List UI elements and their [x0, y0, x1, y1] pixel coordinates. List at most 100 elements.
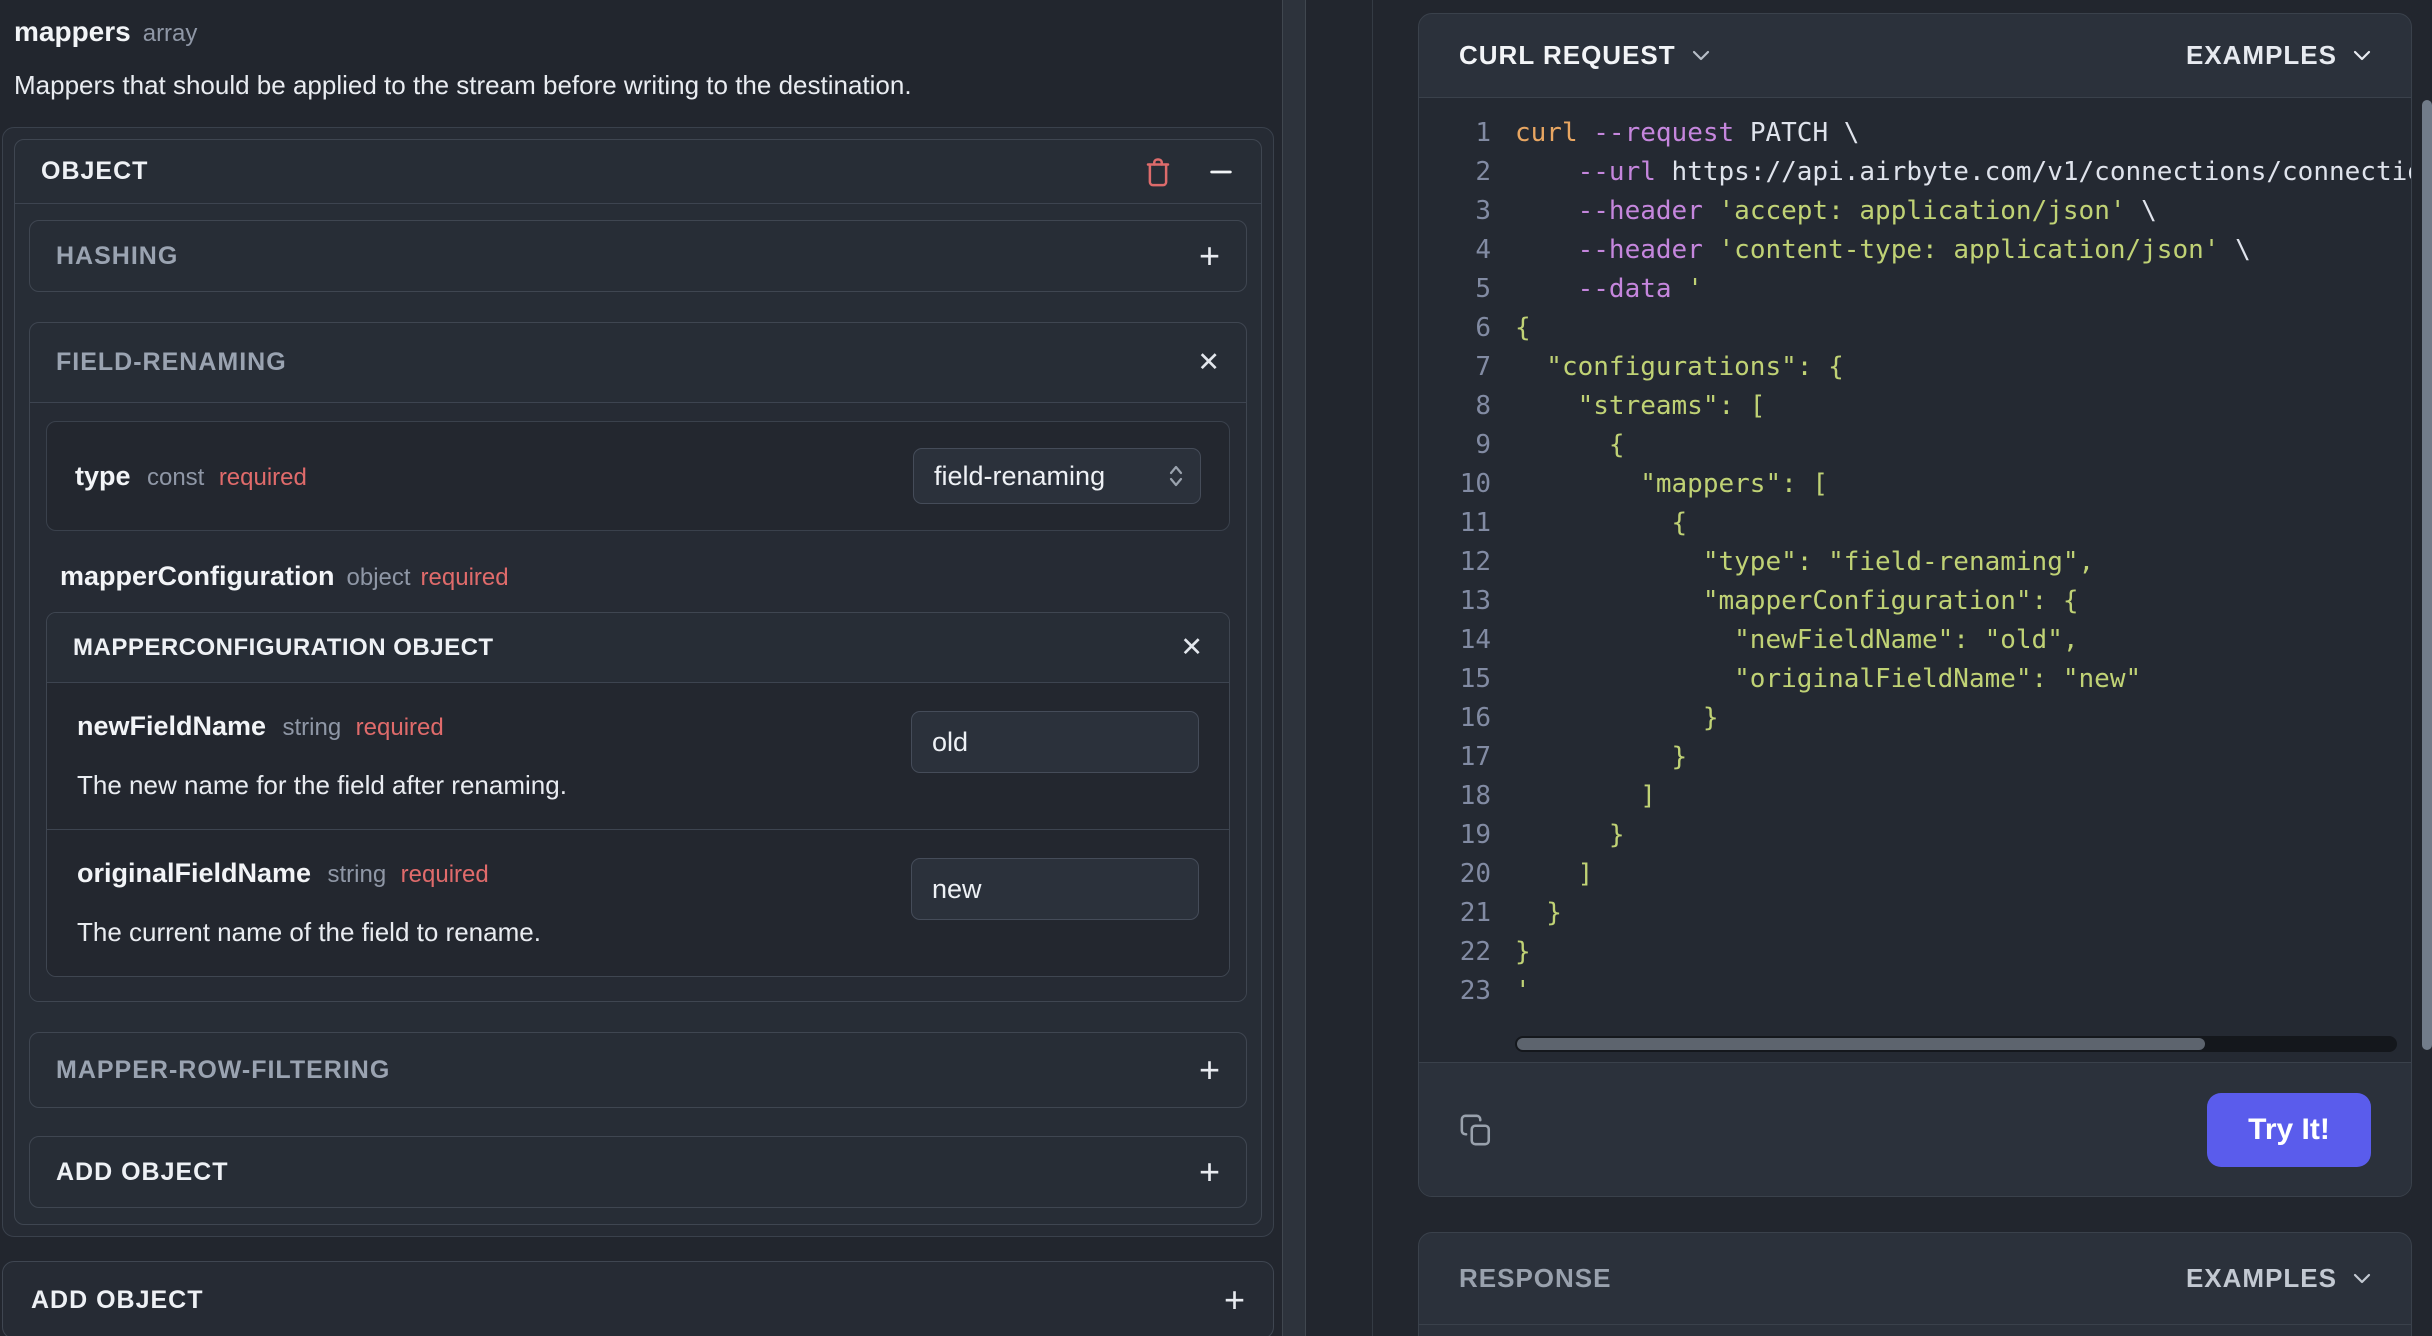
response-examples-dropdown[interactable]: EXAMPLES — [2186, 1263, 2371, 1294]
code-block: 1 curl --request PATCH \ 2 --url https://a… — [1419, 98, 2411, 1062]
code-text: "newFieldName": "old", — [1515, 625, 2079, 655]
code-line: 8 "streams": [ — [1419, 387, 2411, 426]
field-heading: mappers array — [2, 0, 1274, 48]
line-number: 7 — [1475, 352, 1491, 382]
code-line: 5 --data ' — [1419, 270, 2411, 309]
collapse-object-button[interactable] — [1207, 158, 1235, 186]
line-number: 18 — [1459, 781, 1491, 811]
mapper-row-filtering-section[interactable]: MAPPER-ROW-FILTERING + — [29, 1032, 1247, 1108]
code-text: } — [1515, 820, 1625, 850]
property-name: originalFieldName — [77, 858, 312, 888]
property-name: type — [75, 460, 131, 491]
line-number: 4 — [1475, 235, 1491, 265]
code-line: 22} — [1419, 933, 2411, 972]
code-line: 13 "mapperConfiguration": { — [1419, 582, 2411, 621]
field-renaming-title: FIELD-RENAMING — [56, 348, 287, 376]
object-card-body: HASHING + FIELD-RENAMING ✕ type const re… — [15, 204, 1261, 1224]
line-number: 15 — [1459, 664, 1491, 694]
delete-object-button[interactable] — [1143, 156, 1173, 188]
copy-icon — [1460, 1114, 1491, 1145]
add-object-label: ADD OBJECT — [31, 1285, 204, 1314]
chevron-down-icon — [2353, 1273, 2371, 1284]
original-field-name-labels: originalFieldName string required The cu… — [77, 858, 541, 948]
copy-code-button[interactable] — [1459, 1113, 1493, 1147]
code-line: 17 } — [1419, 738, 2411, 777]
code-line: 3 --header 'accept: application/json' \ — [1419, 192, 2411, 231]
curl-request-title: CURL REQUEST — [1459, 40, 1676, 70]
code-text: "mapperConfiguration": { — [1515, 586, 2079, 616]
line-number: 11 — [1459, 508, 1491, 538]
code-text: "mappers": [ — [1515, 469, 1829, 499]
code-text: ' — [1515, 976, 1531, 1006]
property-meta: object — [346, 564, 411, 591]
curl-request-dropdown[interactable]: CURL REQUEST — [1459, 40, 1710, 71]
line-number: 8 — [1475, 391, 1491, 421]
line-number: 17 — [1459, 742, 1491, 772]
line-number: 12 — [1459, 547, 1491, 577]
code-text: --url https://api.airbyte.com/v1/connect… — [1577, 157, 2411, 187]
mapper-configuration-card: MAPPERCONFIGURATION OBJECT ✕ newFieldNam… — [46, 612, 1230, 977]
try-it-button[interactable]: Try It! — [2207, 1092, 2371, 1167]
field-renaming-header: FIELD-RENAMING ✕ — [30, 323, 1246, 403]
select-chevrons-icon — [1169, 465, 1183, 487]
hashing-section[interactable]: HASHING + — [29, 220, 1247, 292]
schema-panel: mappers array Mappers that should be app… — [2, 0, 1274, 1336]
line-number: 20 — [1459, 859, 1491, 889]
property-meta: const — [146, 463, 205, 491]
minus-icon — [1210, 170, 1232, 173]
mappers-array-container: OBJECT HASHING + FIELD-RENAMING ✕ type c… — [2, 127, 1274, 1237]
line-number: 19 — [1459, 820, 1491, 850]
code-text: --data ' — [1577, 274, 1703, 304]
code-line: 1 curl --request PATCH \ — [1419, 114, 2411, 153]
original-field-name-row: originalFieldName string required The cu… — [47, 829, 1229, 976]
property-name: newFieldName — [77, 711, 267, 741]
mapper-configuration-header: MAPPERCONFIGURATION OBJECT ✕ — [47, 613, 1229, 683]
line-number: 1 — [1475, 118, 1491, 148]
line-number: 23 — [1459, 976, 1491, 1006]
code-line: 6{ — [1419, 309, 2411, 348]
original-field-name-input[interactable] — [911, 858, 1199, 920]
new-field-name-input[interactable] — [911, 711, 1199, 773]
code-line: 14 "newFieldName": "old", — [1419, 621, 2411, 660]
remove-mapper-configuration-button[interactable]: ✕ — [1180, 634, 1203, 661]
line-number: 22 — [1459, 937, 1491, 967]
code-text: ] — [1515, 859, 1594, 889]
plus-icon: + — [1198, 235, 1220, 276]
response-title: RESPONSE — [1459, 1263, 1612, 1293]
code-text: } — [1515, 703, 1719, 733]
code-line: 10 "mappers": [ — [1419, 465, 2411, 504]
code-text: "originalFieldName": "new" — [1515, 664, 2142, 694]
code-line: 11 { — [1419, 504, 2411, 543]
page-scrollbar[interactable] — [2422, 100, 2432, 1050]
code-text: curl --request PATCH \ — [1515, 118, 1860, 148]
code-line: 19 } — [1419, 816, 2411, 855]
line-number: 6 — [1475, 313, 1491, 343]
code-text: --header 'accept: application/json' \ — [1577, 196, 2157, 226]
column-divider — [1372, 0, 1373, 1336]
type-select[interactable]: field-renaming — [913, 448, 1201, 504]
property-description: The new name for the field after renamin… — [77, 770, 567, 800]
property-meta: string — [327, 861, 387, 888]
code-line: 23 ' — [1419, 972, 2411, 1011]
line-number: 13 — [1459, 586, 1491, 616]
code-text: } — [1515, 898, 1562, 928]
object-card-title: OBJECT — [41, 157, 149, 185]
mapper-configuration-title: MAPPERCONFIGURATION OBJECT — [73, 633, 494, 661]
field-name: mappers — [14, 16, 131, 47]
field-renaming-body: type const required field-renaming mappe… — [30, 403, 1246, 1001]
curl-examples-dropdown[interactable]: EXAMPLES — [2186, 40, 2371, 71]
code-text: "streams": [ — [1515, 391, 1766, 421]
curl-request-header: CURL REQUEST EXAMPLES — [1419, 14, 2411, 98]
chevron-down-icon — [2353, 50, 2371, 61]
add-object-button-outer[interactable]: ADD OBJECT + — [2, 1261, 1274, 1336]
code-text: { — [1515, 313, 1531, 343]
object-card-header: OBJECT — [15, 140, 1261, 204]
remove-field-renaming-button[interactable]: ✕ — [1197, 349, 1220, 376]
required-badge: required — [420, 564, 509, 591]
line-number: 5 — [1475, 274, 1491, 304]
code-line: 2 --url https://api.airbyte.com/v1/conne… — [1419, 153, 2411, 192]
field-description: Mappers that should be applied to the st… — [14, 70, 912, 100]
code-horizontal-scrollbar-thumb[interactable] — [1517, 1038, 2205, 1050]
add-object-button-inner[interactable]: ADD OBJECT + — [29, 1136, 1247, 1208]
left-panel-scrollbar[interactable] — [1282, 0, 1306, 1336]
